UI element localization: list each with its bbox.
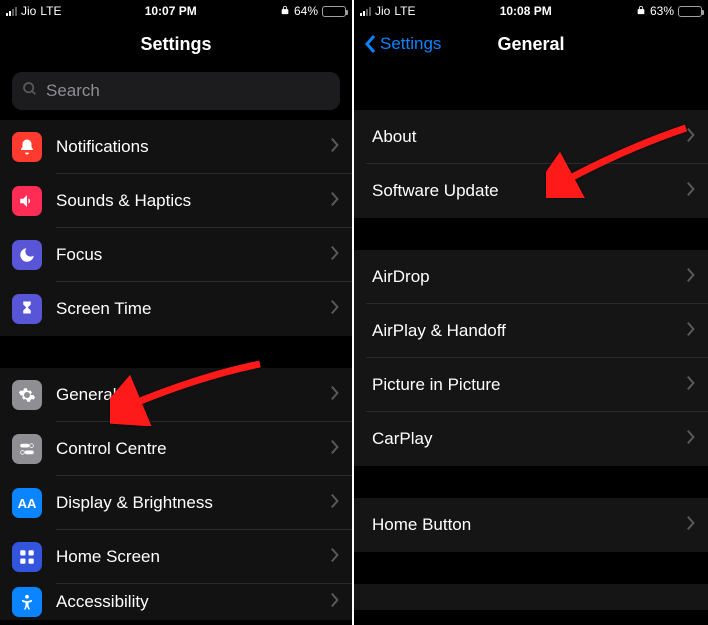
settings-group: General Control Centre AA Display & Brig… — [0, 368, 352, 620]
grid-icon — [12, 542, 42, 572]
row-label: Notifications — [56, 137, 330, 157]
row-airdrop[interactable]: AirDrop — [354, 250, 708, 304]
chevron-right-icon — [330, 592, 340, 613]
row-label: About — [372, 127, 686, 147]
chevron-right-icon — [686, 375, 696, 396]
row-about[interactable]: About — [354, 110, 708, 164]
general-group: AirDrop AirPlay & Handoff Picture in Pic… — [354, 250, 708, 466]
row-label: Home Button — [372, 515, 686, 535]
clock: 10:08 PM — [500, 4, 552, 18]
chevron-right-icon — [330, 137, 340, 158]
hourglass-icon — [12, 294, 42, 324]
row-focus[interactable]: Focus — [0, 228, 352, 282]
status-bar: Jio LTE 10:07 PM 64% — [0, 0, 352, 22]
header: Settings — [0, 22, 352, 66]
search-icon — [22, 81, 38, 102]
phone-left: Jio LTE 10:07 PM 64% Settings Notific — [0, 0, 354, 625]
row-carplay[interactable]: CarPlay — [354, 412, 708, 466]
chevron-right-icon — [330, 299, 340, 320]
row-accessibility[interactable]: Accessibility — [0, 584, 352, 620]
chevron-right-icon — [330, 245, 340, 266]
row-notifications[interactable]: Notifications — [0, 120, 352, 174]
row-label: Sounds & Haptics — [56, 191, 330, 211]
person-icon — [12, 587, 42, 617]
row-display-brightness[interactable]: AA Display & Brightness — [0, 476, 352, 530]
row-picture-in-picture[interactable]: Picture in Picture — [354, 358, 708, 412]
chevron-right-icon — [330, 547, 340, 568]
general-group: About Software Update — [354, 110, 708, 218]
row-label: Accessibility — [56, 592, 330, 612]
search-field[interactable] — [12, 72, 340, 110]
row-label: Home Screen — [56, 547, 330, 567]
battery-percent: 63% — [650, 4, 674, 18]
moon-icon — [12, 240, 42, 270]
row-label: Screen Time — [56, 299, 330, 319]
chevron-right-icon — [686, 181, 696, 202]
carrier-label: Jio — [21, 4, 36, 18]
row-label: CarPlay — [372, 429, 686, 449]
row-label: Control Centre — [56, 439, 330, 459]
search-input[interactable] — [46, 81, 330, 101]
phone-right: Jio LTE 10:08 PM 63% Settings General Ab… — [354, 0, 708, 625]
network-type: LTE — [40, 4, 61, 18]
chevron-right-icon — [686, 429, 696, 450]
row-label: AirPlay & Handoff — [372, 321, 686, 341]
lock-icon — [636, 4, 646, 18]
battery-percent: 64% — [294, 4, 318, 18]
chevron-right-icon — [686, 127, 696, 148]
settings-group: Notifications Sounds & Haptics Focus Scr… — [0, 120, 352, 336]
speaker-icon — [12, 186, 42, 216]
row-control-centre[interactable]: Control Centre — [0, 422, 352, 476]
signal-icon — [6, 6, 17, 16]
row-label: AirDrop — [372, 267, 686, 287]
row-label: Display & Brightness — [56, 493, 330, 513]
header: Settings General — [354, 22, 708, 66]
lock-icon — [280, 4, 290, 18]
aa-icon: AA — [12, 488, 42, 518]
chevron-right-icon — [330, 385, 340, 406]
battery-icon — [322, 6, 346, 17]
chevron-right-icon — [330, 191, 340, 212]
chevron-right-icon — [686, 321, 696, 342]
status-bar: Jio LTE 10:08 PM 63% — [354, 0, 708, 22]
chevron-right-icon — [330, 439, 340, 460]
row-general[interactable]: General — [0, 368, 352, 422]
signal-icon — [360, 6, 371, 16]
back-label: Settings — [380, 34, 441, 54]
gear-icon — [12, 380, 42, 410]
chevron-right-icon — [330, 493, 340, 514]
row-label: General — [56, 385, 330, 405]
general-group: Home Button — [354, 498, 708, 552]
row-partial[interactable] — [354, 584, 708, 610]
network-type: LTE — [394, 4, 415, 18]
page-title: Settings — [0, 34, 352, 55]
row-airplay-handoff[interactable]: AirPlay & Handoff — [354, 304, 708, 358]
row-label: Software Update — [372, 181, 686, 201]
battery-icon — [678, 6, 702, 17]
bell-icon — [12, 132, 42, 162]
row-home-button[interactable]: Home Button — [354, 498, 708, 552]
carrier-label: Jio — [375, 4, 390, 18]
back-button[interactable]: Settings — [362, 34, 441, 54]
clock: 10:07 PM — [145, 4, 197, 18]
chevron-right-icon — [686, 515, 696, 536]
row-sounds-haptics[interactable]: Sounds & Haptics — [0, 174, 352, 228]
toggles-icon — [12, 434, 42, 464]
row-screen-time[interactable]: Screen Time — [0, 282, 352, 336]
row-label: Focus — [56, 245, 330, 265]
chevron-right-icon — [686, 267, 696, 288]
general-group — [354, 584, 708, 610]
row-home-screen[interactable]: Home Screen — [0, 530, 352, 584]
row-software-update[interactable]: Software Update — [354, 164, 708, 218]
row-label: Picture in Picture — [372, 375, 686, 395]
